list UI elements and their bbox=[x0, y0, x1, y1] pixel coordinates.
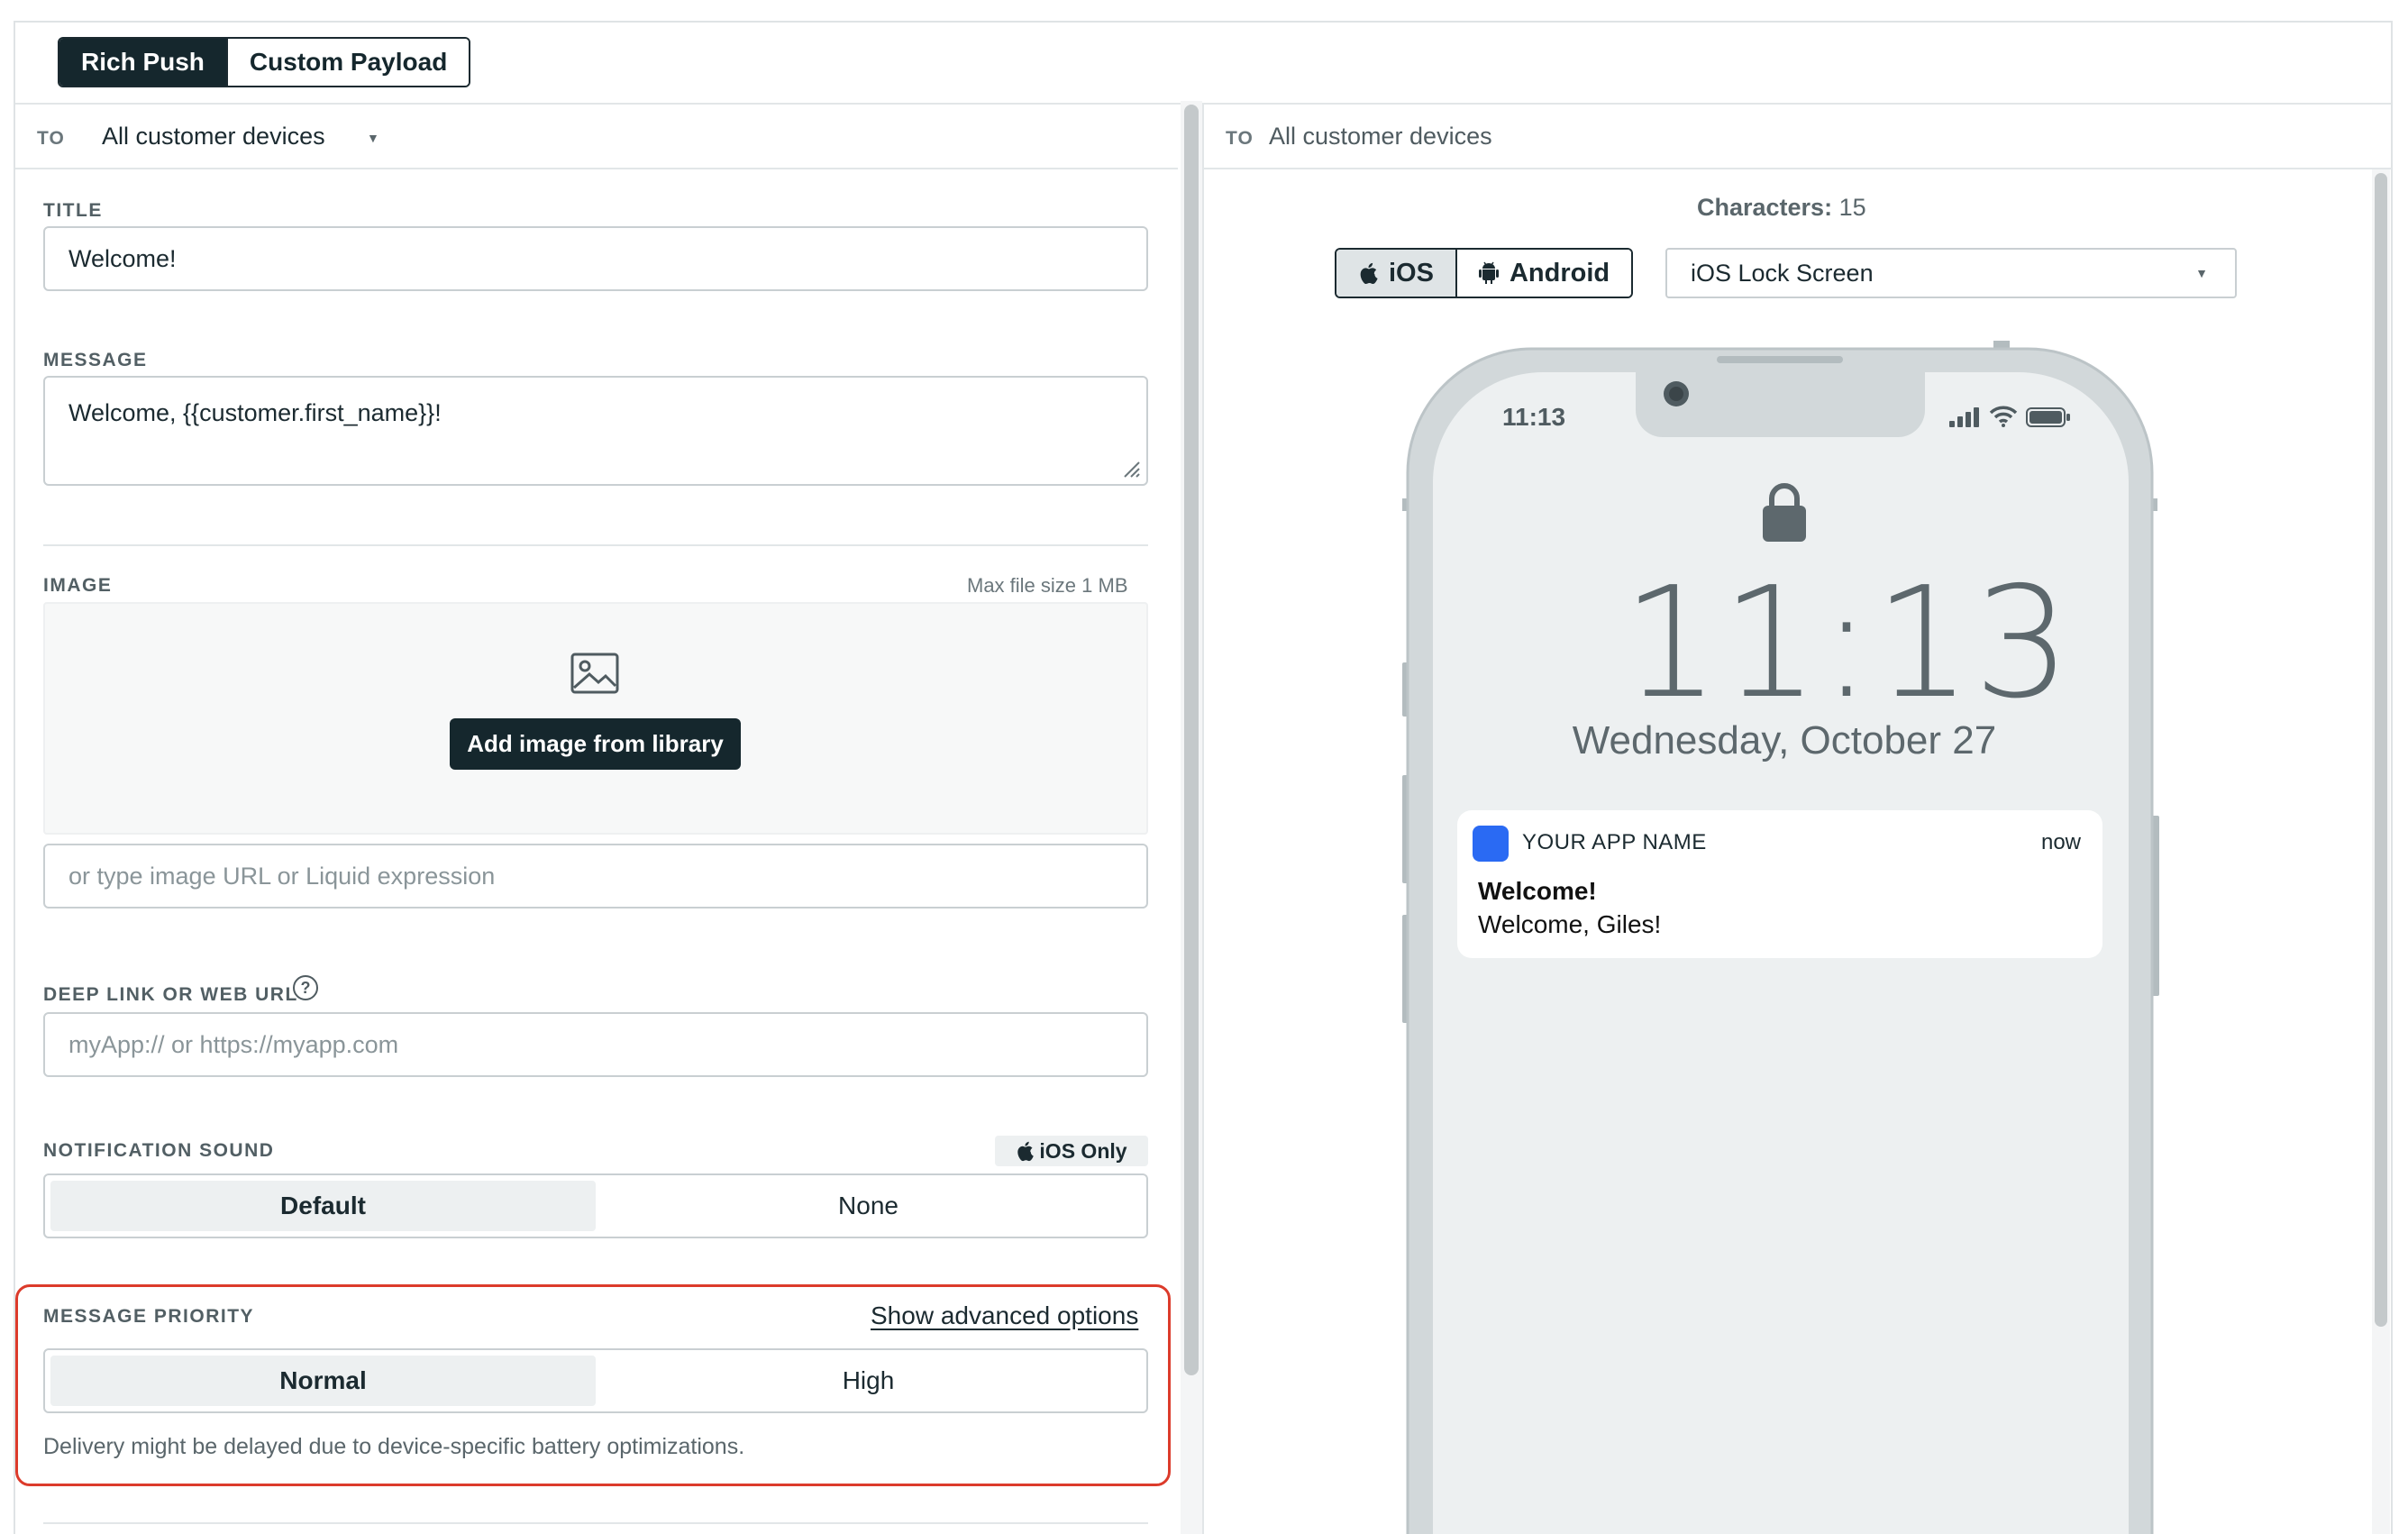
preview-type-value: iOS Lock Screen bbox=[1691, 259, 1874, 287]
priority-option-normal[interactable]: Normal bbox=[50, 1356, 596, 1406]
left-to-label: TO bbox=[37, 128, 65, 149]
to-divider bbox=[15, 168, 1178, 169]
status-bar-time: 11:13 bbox=[1502, 403, 1566, 431]
characters-label: Characters: bbox=[1697, 194, 1833, 221]
payload-tabs: Rich Push Custom Payload bbox=[58, 37, 471, 87]
title-label: TITLE bbox=[43, 200, 103, 221]
deep-link-input[interactable]: myApp:// or https://myapp.com bbox=[43, 1012, 1148, 1077]
sound-option-default[interactable]: Default bbox=[50, 1181, 596, 1231]
notification-app-name: YOUR APP NAME bbox=[1522, 830, 1707, 854]
add-image-button[interactable]: Add image from library bbox=[450, 718, 741, 770]
caret-down-icon[interactable]: ▼ bbox=[367, 131, 379, 145]
notification-time: now bbox=[2040, 830, 2081, 854]
priority-option-high[interactable]: High bbox=[596, 1356, 1141, 1406]
notification-body: Welcome, Giles! bbox=[1478, 910, 1662, 938]
tab-custom-payload[interactable]: Custom Payload bbox=[225, 39, 470, 86]
left-scrollbar[interactable] bbox=[1184, 105, 1199, 1375]
deep-link-label: DEEP LINK OR WEB URL bbox=[43, 984, 298, 1005]
notification-title: Welcome! bbox=[1478, 877, 1597, 905]
characters-value: 15 bbox=[1838, 194, 1866, 221]
help-icon[interactable]: ? bbox=[293, 975, 318, 1000]
section-divider bbox=[43, 544, 1148, 546]
preview-type-select[interactable]: iOS Lock Screen ▼ bbox=[1665, 248, 2237, 298]
caret-down-icon: ▼ bbox=[2195, 266, 2208, 280]
resize-grip-icon[interactable] bbox=[1121, 459, 1141, 479]
priority-hint: Delivery might be delayed due to device-… bbox=[43, 1434, 745, 1459]
message-label: MESSAGE bbox=[43, 350, 148, 370]
image-label: IMAGE bbox=[43, 575, 113, 596]
recipient-select[interactable]: All customer devices bbox=[102, 123, 325, 151]
lock-screen-time: 11:13 bbox=[1622, 554, 2073, 733]
os-toggle: iOS Android bbox=[1335, 248, 1634, 298]
message-textarea[interactable]: Welcome, {{customer.first_name}}! bbox=[43, 376, 1148, 486]
apple-icon bbox=[1017, 1141, 1035, 1162]
title-input[interactable]: Welcome! bbox=[43, 226, 1148, 291]
tab-rich-push[interactable]: Rich Push bbox=[59, 39, 226, 86]
bottom-divider bbox=[43, 1522, 1148, 1524]
android-icon bbox=[1478, 261, 1499, 284]
os-android-label: Android bbox=[1509, 258, 1610, 288]
image-icon bbox=[570, 653, 619, 694]
os-option-android[interactable]: Android bbox=[1455, 250, 1632, 297]
ios-only-badge: iOS Only bbox=[995, 1136, 1148, 1166]
message-text: Welcome, {{customer.first_name}}! bbox=[68, 399, 442, 426]
wifi-icon bbox=[1989, 406, 2018, 427]
notification-preview: YOUR APP NAME now Welcome! Welcome, Gile… bbox=[1457, 810, 2102, 958]
preview-recipient: All customer devices bbox=[1269, 123, 1492, 150]
characters-count: Characters: 15 bbox=[1697, 194, 1866, 222]
signal-icon bbox=[1949, 407, 1979, 427]
battery-icon bbox=[2026, 407, 2070, 427]
apple-icon bbox=[1360, 262, 1378, 285]
notification-sound-toggle: Default None bbox=[43, 1173, 1148, 1238]
ios-only-text: iOS Only bbox=[1039, 1138, 1127, 1163]
right-to-divider bbox=[1204, 168, 2392, 169]
notification-sound-label: NOTIFICATION SOUND bbox=[43, 1140, 275, 1161]
lock-icon bbox=[1763, 483, 1806, 542]
sound-option-none[interactable]: None bbox=[596, 1181, 1141, 1231]
message-priority-toggle: Normal High bbox=[43, 1348, 1148, 1413]
show-advanced-options-link[interactable]: Show advanced options bbox=[871, 1301, 1138, 1330]
image-url-input[interactable]: or type image URL or Liquid expression bbox=[43, 844, 1148, 909]
message-priority-label: MESSAGE PRIORITY bbox=[43, 1306, 255, 1327]
app-icon bbox=[1473, 826, 1509, 862]
os-option-ios[interactable]: iOS bbox=[1336, 250, 1455, 297]
os-ios-label: iOS bbox=[1389, 258, 1434, 288]
image-size-note: Max file size 1 MB bbox=[967, 574, 1128, 597]
lock-screen-date: Wednesday, October 27 bbox=[1572, 718, 1997, 762]
right-scrollbar[interactable] bbox=[2375, 173, 2387, 1327]
right-to-label: TO bbox=[1226, 128, 1254, 149]
panel-divider bbox=[1202, 103, 1204, 1534]
